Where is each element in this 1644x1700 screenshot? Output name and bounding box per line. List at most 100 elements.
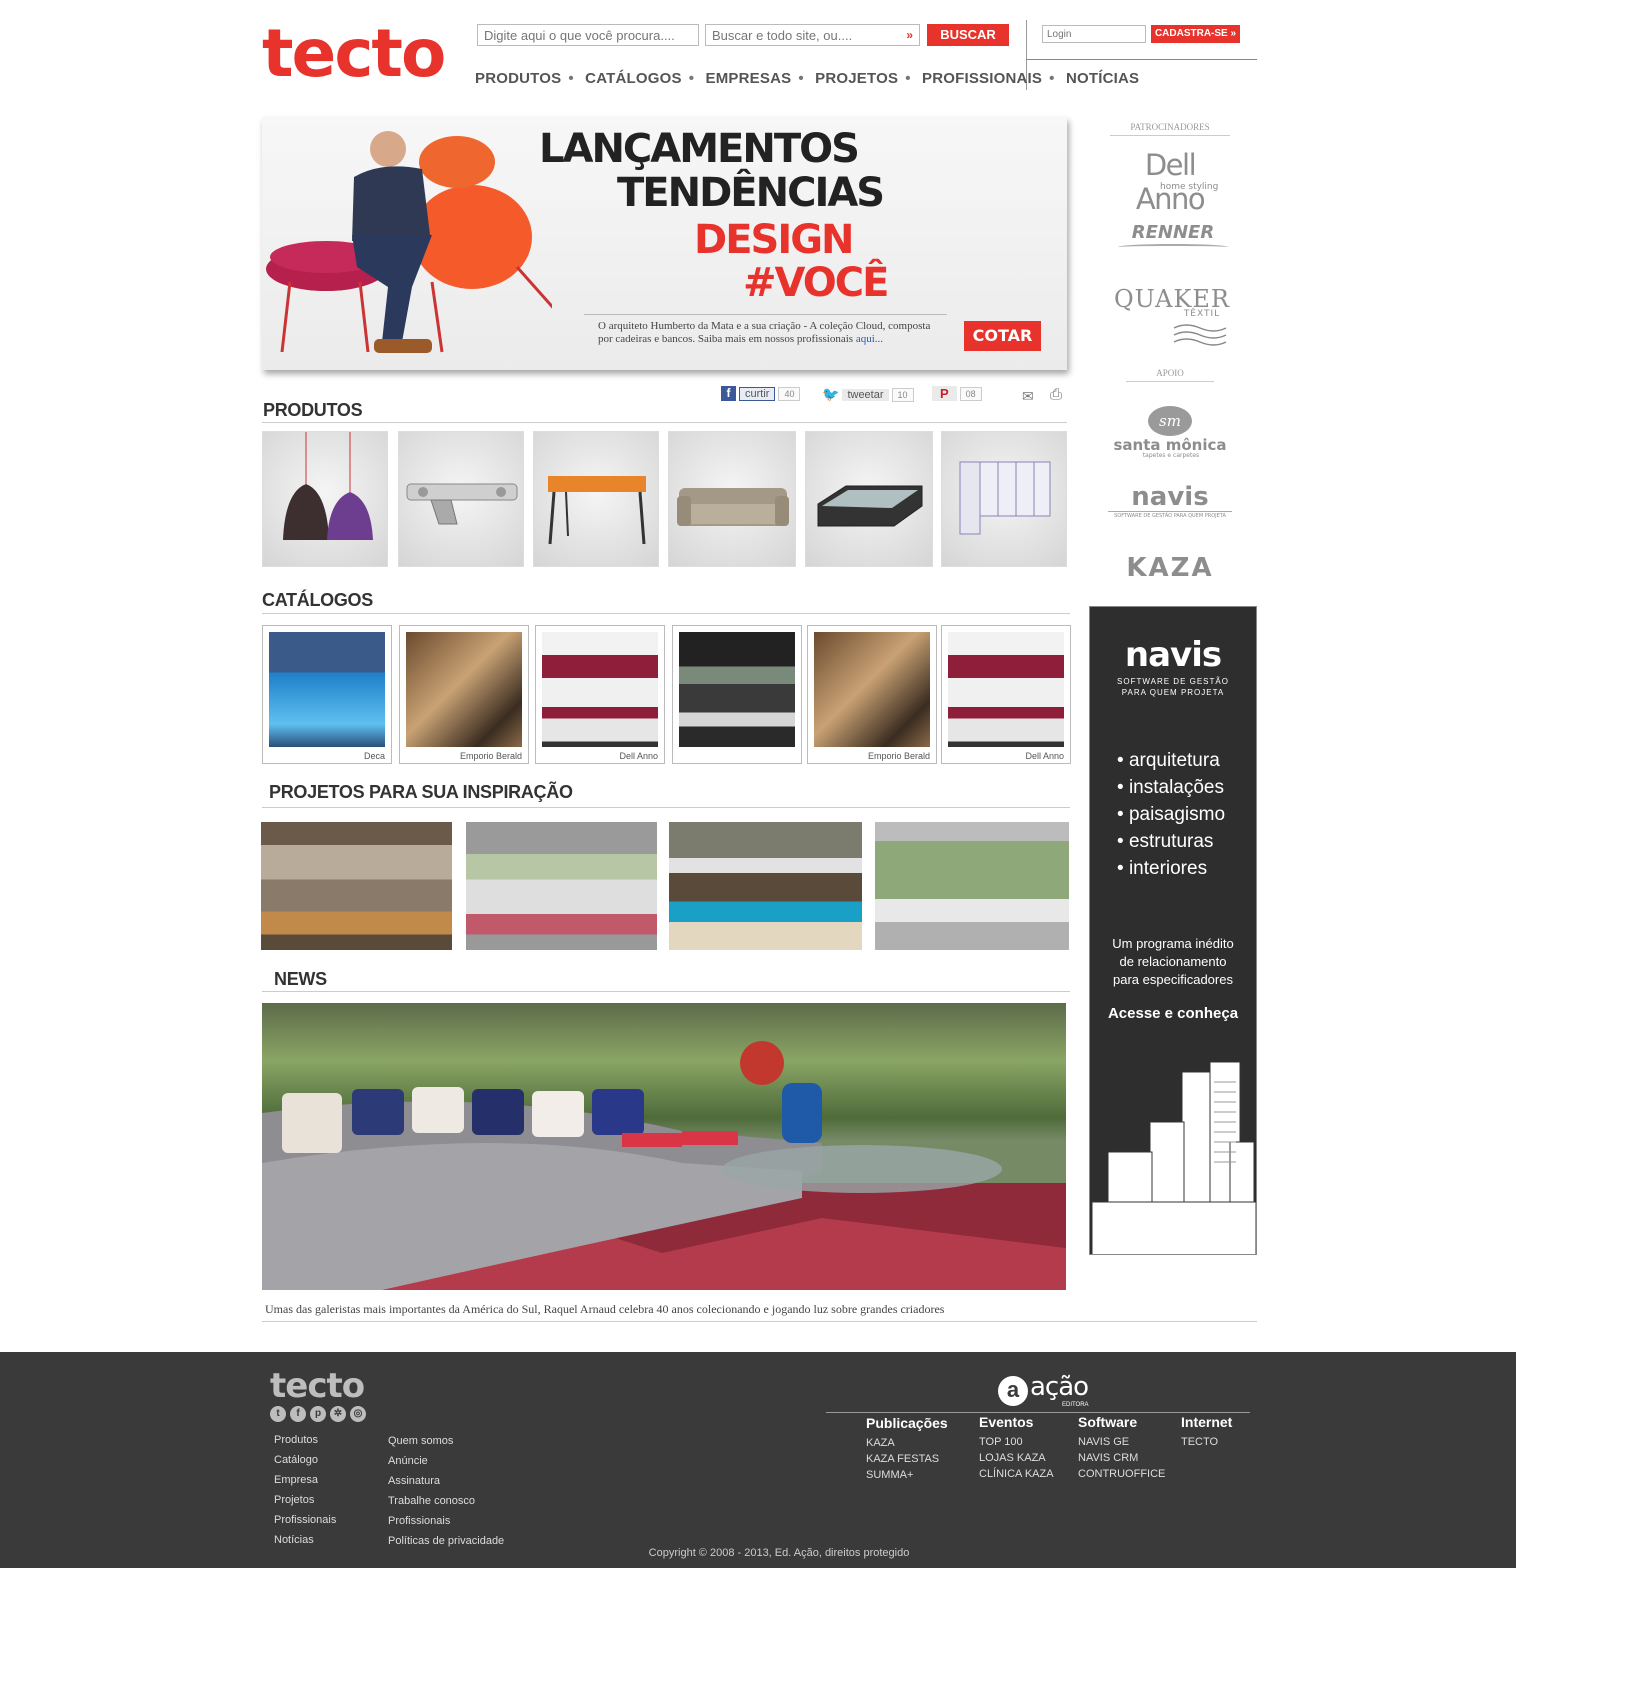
- ad-feature-item: • arquitetura: [1117, 750, 1220, 771]
- pinterest-share[interactable]: P 08: [932, 386, 982, 401]
- main-nav: PRODUTOS • CATÁLOGOS • EMPRESAS • PROJETOS •…: [475, 70, 1139, 87]
- nav-empresas[interactable]: EMPRESAS: [706, 70, 792, 87]
- twitter-share[interactable]: 🐦 tweetar 10: [822, 386, 914, 403]
- chevron-down-icon: »: [906, 28, 913, 42]
- footer-group-item[interactable]: TOP 100: [979, 1434, 1054, 1450]
- footer-link[interactable]: Catálogo: [274, 1450, 336, 1470]
- footer-group-item[interactable]: NAVIS CRM: [1078, 1450, 1165, 1466]
- project-photo-lounge[interactable]: [466, 822, 657, 950]
- nav-profissionais[interactable]: PROFISSIONAIS: [922, 70, 1042, 87]
- cabinet-image: [959, 461, 1051, 535]
- footer-group-item[interactable]: CLÍNICA KAZA: [979, 1466, 1054, 1482]
- facebook-icon: f: [721, 386, 736, 401]
- footer-group-item[interactable]: KAZA: [866, 1435, 948, 1451]
- footer-group-item[interactable]: KAZA FESTAS: [866, 1451, 948, 1467]
- search-scope-select[interactable]: Buscar e todo site, ou.... »: [705, 24, 920, 46]
- support-logo-kaza[interactable]: KAZA: [1110, 553, 1230, 583]
- footer-group-item[interactable]: TECTO: [1181, 1434, 1232, 1450]
- footer-link[interactable]: Profissionais: [274, 1510, 336, 1530]
- search-button[interactable]: BUSCAR: [927, 24, 1009, 46]
- nav-separator: •: [1049, 70, 1055, 87]
- footer-group-item[interactable]: SUMMA+: [866, 1467, 948, 1483]
- product-tile-desk[interactable]: [533, 431, 659, 567]
- footer-link[interactable]: Produtos: [274, 1430, 336, 1450]
- catalog-card[interactable]: Deca: [262, 625, 392, 764]
- pinterest-icon[interactable]: p: [310, 1406, 326, 1422]
- product-tile-coffee-table[interactable]: [805, 431, 933, 567]
- product-tile-cabinet[interactable]: [941, 431, 1067, 567]
- footer-group-item[interactable]: NAVIS GE: [1078, 1434, 1165, 1450]
- ad-feature-item: • estruturas: [1117, 831, 1214, 852]
- footer: tecto t f p ✲ ◎ Produtos Catálogo Empres…: [0, 1352, 1516, 1568]
- renner-swoosh-icon: [1118, 244, 1228, 250]
- sponsors-block: PATROCINADORES: [1110, 122, 1230, 136]
- news-photo-art: [262, 1041, 1066, 1290]
- footer-social-icons: t f p ✲ ◎: [270, 1406, 366, 1422]
- footer-logo[interactable]: tecto: [270, 1366, 365, 1406]
- publisher-logo[interactable]: ação: [1030, 1372, 1089, 1402]
- search-scope-label: Buscar e todo site, ou....: [712, 28, 853, 43]
- facebook-like-label: curtir: [739, 386, 776, 401]
- sponsor-logo-renner[interactable]: RENNER: [1115, 222, 1231, 243]
- footer-group-title: Software: [1078, 1414, 1138, 1430]
- news-caption[interactable]: Umas das galeristas mais importantes da …: [265, 1302, 944, 1317]
- site-logo[interactable]: tecto: [262, 14, 446, 94]
- footer-link[interactable]: Anúncie: [388, 1451, 504, 1471]
- facebook-icon[interactable]: f: [290, 1406, 306, 1422]
- ad-feature-list: • arquitetura • instalações • paisagismo…: [1117, 747, 1225, 882]
- product-tile-pendant-lamps[interactable]: [262, 431, 388, 567]
- footer-group-internet: Internet TECTO: [1181, 1414, 1232, 1450]
- product-tile-faucet[interactable]: [398, 431, 524, 567]
- instagram-icon[interactable]: ◎: [350, 1406, 366, 1422]
- email-icon[interactable]: ✉: [1022, 388, 1034, 405]
- nav-catalogos[interactable]: CATÁLOGOS: [585, 70, 682, 87]
- hero-banner[interactable]: LANÇAMENTOS TENDÊNCIAS DESIGN #VOCÊ O ar…: [262, 117, 1067, 370]
- login-input[interactable]: [1042, 25, 1146, 43]
- product-tile-sofa[interactable]: [668, 431, 796, 567]
- cotar-button[interactable]: COTAR: [964, 321, 1041, 351]
- footer-group-eventos: Eventos TOP 100 LOJAS KAZA CLÍNICA KAZA: [979, 1414, 1054, 1482]
- project-photo-interior-wood[interactable]: [261, 822, 452, 950]
- print-icon[interactable]: ⎙: [1050, 386, 1062, 403]
- nav-noticias[interactable]: NOTÍCIAS: [1066, 70, 1139, 87]
- section-rule: [262, 613, 1070, 614]
- footer-link[interactable]: Profissionais: [388, 1511, 504, 1531]
- catalog-card[interactable]: Dell Anno: [941, 625, 1071, 764]
- twitter-icon[interactable]: t: [270, 1406, 286, 1422]
- footer-link[interactable]: Quem somos: [388, 1431, 504, 1451]
- news-rule: [262, 1321, 1257, 1322]
- footer-link[interactable]: Projetos: [274, 1490, 336, 1510]
- search-input[interactable]: [477, 24, 699, 46]
- catalog-photo-living: [406, 632, 522, 747]
- hero-caption: O arquiteto Humberto da Mata e a sua cri…: [598, 320, 946, 346]
- footer-link[interactable]: Empresa: [274, 1470, 336, 1490]
- ad-feature-item: • interiores: [1117, 858, 1208, 879]
- facebook-share[interactable]: f curtir 40: [721, 386, 801, 401]
- twitter-icon: 🐦: [822, 386, 840, 402]
- ad-cta[interactable]: Acesse e conheça: [1090, 1005, 1256, 1022]
- footer-group-item[interactable]: CONTRUOFFICE: [1078, 1466, 1165, 1482]
- footer-link[interactable]: Assinatura: [388, 1471, 504, 1491]
- navis-ad[interactable]: navis SOFTWARE DE GESTÃO PARA QUEM PROJE…: [1089, 606, 1257, 1255]
- ad-tagline-2: PARA QUEM PROJETA: [1121, 688, 1225, 697]
- project-photo-garden[interactable]: [875, 822, 1069, 950]
- signup-button[interactable]: CADASTRA-SE »: [1151, 25, 1240, 43]
- footer-group-title: Publicações: [866, 1415, 948, 1431]
- news-photo[interactable]: [262, 1003, 1066, 1290]
- catalog-card[interactable]: Dell Anno: [535, 625, 665, 764]
- flickr-icon[interactable]: ✲: [330, 1406, 346, 1422]
- hero-caption-rule: [584, 314, 947, 315]
- support-logo-navis[interactable]: navis: [1110, 482, 1230, 512]
- section-rule: [262, 807, 1070, 808]
- footer-link[interactable]: Trabalhe conosco: [388, 1491, 504, 1511]
- nav-produtos[interactable]: PRODUTOS: [475, 70, 561, 87]
- catalog-card[interactable]: Emporio Berald: [807, 625, 937, 764]
- catalog-card[interactable]: Emporio Berald: [399, 625, 529, 764]
- footer-group-item[interactable]: LOJAS KAZA: [979, 1450, 1054, 1466]
- project-photo-colorful-room[interactable]: [669, 822, 862, 950]
- catalog-brand: Dell Anno: [1025, 751, 1064, 761]
- section-rule: [262, 422, 1067, 423]
- hero-caption-link[interactable]: aqui...: [856, 333, 883, 345]
- catalog-card[interactable]: [672, 625, 802, 764]
- nav-projetos[interactable]: PROJETOS: [815, 70, 898, 87]
